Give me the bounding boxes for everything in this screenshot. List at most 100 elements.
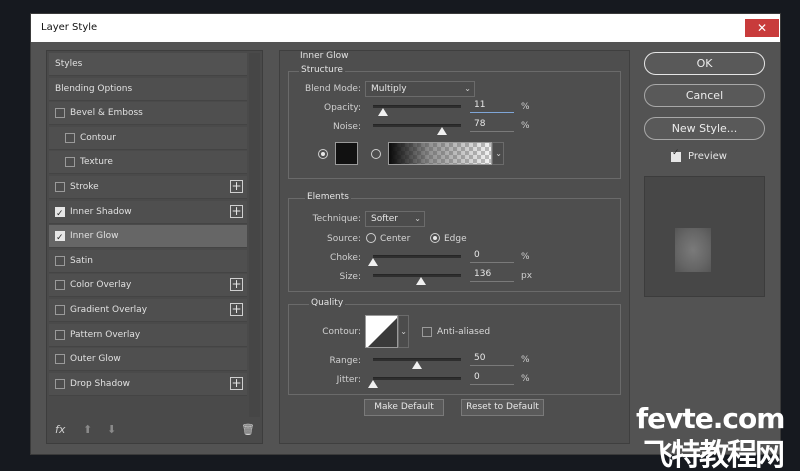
size-unit: px <box>521 271 533 281</box>
style-item-contour[interactable]: Contour <box>49 126 247 150</box>
gradient-dropdown[interactable]: ⌄ <box>492 142 504 165</box>
glow-color-swatch[interactable] <box>335 142 358 165</box>
solid-color-radio[interactable] <box>318 149 328 159</box>
add-effect-icon[interactable]: + <box>230 303 243 316</box>
anti-aliased-label[interactable]: Anti-aliased <box>437 327 490 337</box>
style-item-label: Inner Glow <box>70 231 119 242</box>
style-item-texture[interactable]: Texture <box>49 151 247 175</box>
style-item-label: Pattern Overlay <box>70 329 141 340</box>
choke-slider[interactable] <box>373 255 461 258</box>
style-item-gradient-overlay[interactable]: Gradient Overlay + <box>49 299 247 322</box>
contour-picker[interactable] <box>365 315 398 348</box>
source-edge-label[interactable]: Edge <box>444 234 467 244</box>
preview-checkbox[interactable] <box>671 148 681 162</box>
add-effect-icon[interactable]: + <box>230 180 243 193</box>
make-default-button[interactable]: Make Default <box>364 399 444 416</box>
size-label: Size: <box>339 272 361 282</box>
style-checkbox[interactable] <box>55 255 65 266</box>
chevron-down-icon: ⌄ <box>414 214 421 223</box>
style-checkbox[interactable] <box>55 203 65 226</box>
reset-to-default-button[interactable]: Reset to Default <box>461 399 544 416</box>
size-slider-thumb[interactable] <box>415 277 426 285</box>
style-checkbox[interactable] <box>55 329 65 340</box>
style-checkbox[interactable] <box>55 305 65 315</box>
size-input[interactable]: 136 <box>470 267 514 282</box>
trash-icon[interactable]: 🗑 <box>241 423 255 436</box>
add-effect-icon[interactable]: + <box>230 204 243 218</box>
style-item-drop-shadow[interactable]: Drop Shadow + <box>49 372 247 396</box>
range-input[interactable]: 50 <box>470 351 514 366</box>
structure-title: Structure <box>299 65 345 75</box>
noise-input[interactable]: 78 <box>470 117 514 132</box>
styles-list-panel: Styles Blending Options Bevel & Emboss Cont… <box>46 50 263 444</box>
style-item-bevel-emboss[interactable]: Bevel & Emboss <box>49 102 247 126</box>
source-edge-radio[interactable] <box>430 233 440 243</box>
contour-curve-icon <box>368 318 397 347</box>
style-item-label: Styles <box>55 59 83 69</box>
watermark-chinese: 飞特教程网 <box>643 438 785 471</box>
style-item-styles[interactable]: Styles <box>49 53 247 76</box>
inner-glow-panel: Inner Glow Structure Blend Mode: Multipl… <box>279 50 630 444</box>
style-checkbox[interactable] <box>55 108 65 119</box>
move-up-icon[interactable]: ⬆ <box>83 423 92 436</box>
close-button[interactable]: ✕ <box>745 19 779 37</box>
style-item-outer-glow[interactable]: Outer Glow <box>49 348 247 372</box>
style-checkbox[interactable] <box>65 157 75 168</box>
style-checkbox[interactable] <box>55 280 65 291</box>
style-item-blending-options[interactable]: Blending Options <box>49 77 247 101</box>
source-center-radio[interactable] <box>366 233 376 243</box>
jitter-input[interactable]: 0 <box>470 370 514 385</box>
anti-aliased-checkbox[interactable] <box>422 327 432 337</box>
style-item-inner-shadow[interactable]: Inner Shadow + <box>49 200 247 226</box>
style-item-color-overlay[interactable]: Color Overlay + <box>49 274 247 298</box>
add-effect-icon[interactable]: + <box>230 376 243 390</box>
contour-dropdown[interactable]: ⌄ <box>398 315 409 348</box>
style-item-label: Drop Shadow <box>70 378 131 389</box>
style-item-label: Contour <box>80 132 116 143</box>
elements-title: Elements <box>305 192 351 202</box>
new-style-button[interactable]: New Style... <box>644 117 765 140</box>
styles-scrollbar[interactable] <box>249 53 260 417</box>
technique-label: Technique: <box>312 214 361 224</box>
blend-mode-dropdown[interactable]: Multiply ⌄ <box>365 81 475 97</box>
add-effect-icon[interactable]: + <box>230 278 243 292</box>
style-checkbox[interactable] <box>55 227 65 250</box>
opacity-input[interactable]: 11 <box>470 98 514 113</box>
range-slider-thumb[interactable] <box>412 361 422 369</box>
technique-dropdown[interactable]: Softer ⌄ <box>365 211 425 227</box>
opacity-slider-thumb[interactable] <box>377 108 388 116</box>
blend-mode-label: Blend Mode: <box>304 84 361 94</box>
style-item-stroke[interactable]: Stroke + <box>49 176 247 199</box>
style-checkbox[interactable] <box>65 132 75 143</box>
cancel-button[interactable]: Cancel <box>644 84 765 107</box>
structure-group: Structure Blend Mode: Multiply ⌄ Opacity… <box>288 65 621 179</box>
jitter-slider[interactable] <box>373 377 461 380</box>
choke-input[interactable]: 0 <box>470 248 514 263</box>
style-item-label: Stroke <box>70 182 99 192</box>
chevron-down-icon: ⌄ <box>400 327 407 336</box>
ok-button[interactable]: OK <box>644 52 765 75</box>
style-item-pattern-overlay[interactable]: Pattern Overlay <box>49 323 247 347</box>
style-checkbox[interactable] <box>55 182 65 192</box>
gradient-radio[interactable] <box>371 149 381 159</box>
style-item-label: Gradient Overlay <box>70 305 148 315</box>
source-center-label[interactable]: Center <box>380 234 410 244</box>
style-checkbox[interactable] <box>55 378 65 389</box>
style-checkbox[interactable] <box>55 354 65 365</box>
title-bar: Layer Style ✕ <box>31 14 780 42</box>
style-item-inner-glow[interactable]: Inner Glow <box>49 225 247 250</box>
style-item-label: Outer Glow <box>70 354 121 365</box>
layer-style-dialog: Layer Style ✕ Styles Blending Options Beve… <box>30 13 781 455</box>
style-item-satin[interactable]: Satin <box>49 249 247 273</box>
fx-icon[interactable]: fx <box>55 423 65 436</box>
range-unit: % <box>521 355 530 365</box>
noise-slider-thumb[interactable] <box>436 127 447 135</box>
move-down-icon[interactable]: ⬇ <box>107 423 116 436</box>
preview-label[interactable]: Preview <box>688 151 727 162</box>
opacity-unit: % <box>521 102 530 112</box>
gradient-picker[interactable] <box>388 142 492 165</box>
jitter-slider-thumb[interactable] <box>368 380 378 388</box>
choke-slider-thumb[interactable] <box>368 258 378 266</box>
chevron-down-icon: ⌄ <box>495 149 502 158</box>
noise-slider[interactable] <box>373 124 461 127</box>
